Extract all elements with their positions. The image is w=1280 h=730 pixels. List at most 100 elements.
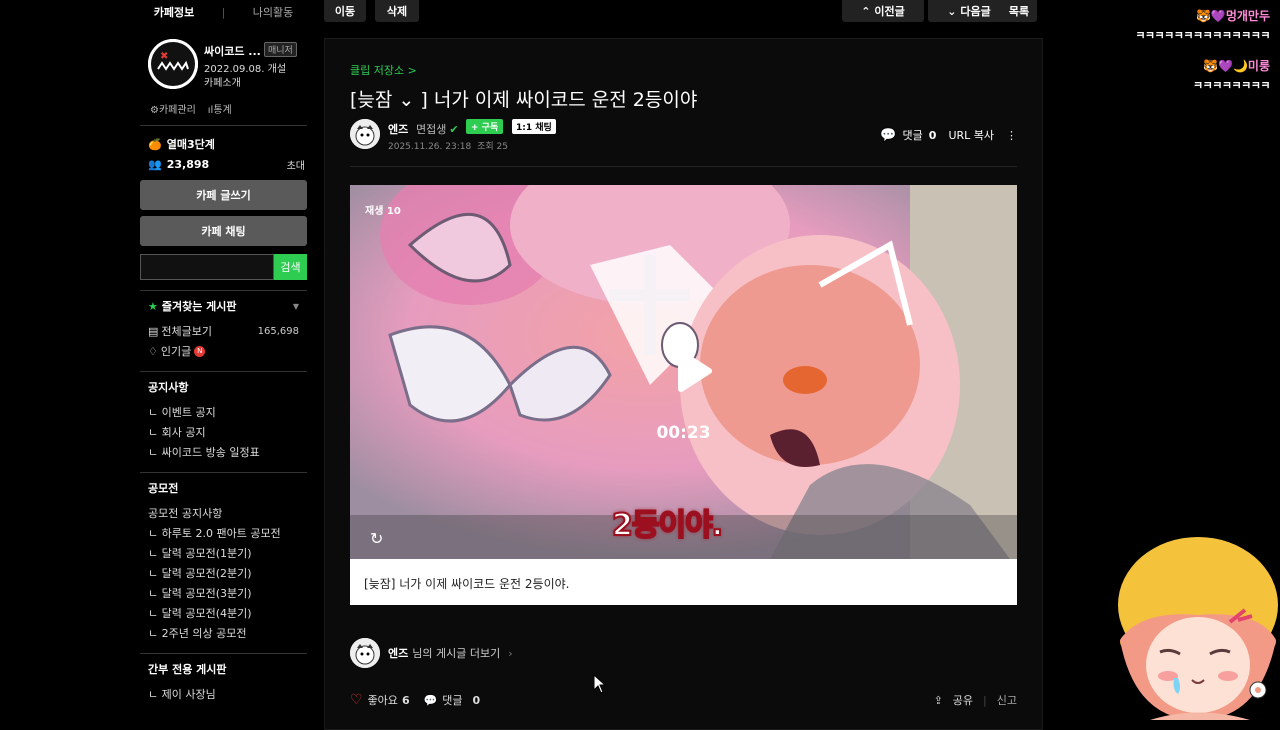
author-name[interactable]: 엔즈 [388, 121, 408, 137]
share-icon[interactable]: ⇪ [934, 694, 943, 707]
more-posts-label[interactable]: 님의 게시글 더보기 [412, 645, 500, 661]
video-caption-text: [늦잠] 너가 이제 싸이코드 운전 2등이야. [364, 577, 570, 591]
next-post-button[interactable]: ⌄ 다음글 [928, 0, 1010, 22]
video-subtitle: 2등이야. [611, 507, 724, 544]
heart-icon[interactable]: ♡ [350, 692, 363, 708]
member-count[interactable]: 23,898 [167, 158, 209, 171]
cafe-manage-link[interactable]: ⚙카페관리 [150, 101, 196, 116]
cafe-tools: ⚙카페관리 ıl통계 [140, 99, 307, 117]
menu-contest-item[interactable]: ㄴ 달력 공모전(2분기) [140, 563, 307, 583]
menu-label: ㄴ 제이 사장님 [148, 688, 216, 701]
chat-user-name: 🐯💜멍개만두 [1120, 7, 1270, 24]
caret-down-icon[interactable]: ▼ [293, 302, 299, 311]
footer-actions: ⇪ 공유 | 신고 [934, 692, 1017, 708]
favorites-title[interactable]: ★ 즐겨찾는 게시판 ▼ [140, 290, 307, 321]
cafe-created-date: 2022.09.08. 개설 [204, 64, 287, 75]
star-icon: ★ [148, 299, 158, 313]
comments-label[interactable]: 댓글 [903, 127, 923, 143]
menu-notice-item[interactable]: ㄴ 이벤트 공지 [140, 402, 307, 422]
url-copy-button[interactable]: URL 복사 [948, 127, 994, 143]
cafe-profile: ✖ 싸이코드 ... 매니저 2022.09.08. 개설 카페소개 [140, 39, 307, 99]
cafe-logo[interactable]: ✖ [148, 39, 198, 89]
comments-label[interactable]: 댓글 [442, 692, 462, 708]
board-breadcrumb[interactable]: 클립 저장소 > [350, 62, 417, 78]
staff-title[interactable]: 간부 전용 게시판 [140, 653, 307, 684]
share-button[interactable]: 공유 [953, 692, 973, 708]
menu-contest-item[interactable]: ㄴ 달력 공모전(3분기) [140, 583, 307, 603]
contest-title[interactable]: 공모전 [140, 472, 307, 503]
menu-staff-item[interactable]: ㄴ 제이 사장님 [140, 684, 307, 704]
prev-post-button[interactable]: ⌃ 이전글 [842, 0, 924, 22]
sidebar-tabs: 카페정보 | 나의활동 [140, 0, 307, 24]
tab-my-activity[interactable]: 나의활동 [253, 4, 293, 20]
menu-notice-item[interactable]: ㄴ 싸이코드 방송 일정표 [140, 442, 307, 462]
likes-label[interactable]: 좋아요 [368, 692, 398, 708]
post-meta: 2025.11.26. 23:18 조회 25 [388, 139, 508, 152]
menu-popular[interactable]: ♢ 인기글 N [140, 341, 307, 361]
menu-notice-item[interactable]: ㄴ 회사 공지 [140, 422, 307, 442]
tab-cafe-info[interactable]: 카페정보 [154, 4, 194, 20]
video-player[interactable]: 재생 10 00:23 2등이야. ↻ [350, 185, 1017, 559]
more-options-icon[interactable]: ⋮ [1006, 129, 1017, 142]
article-toolbar: 이동 삭제 ⌃ 이전글 ⌄ 다음글 목록 [324, 0, 1041, 22]
menu-contest-item[interactable]: ㄴ 달력 공모전(1분기) [140, 543, 307, 563]
cafe-level-row: 🍊 열매3단계 [140, 134, 307, 154]
menu-label: ㄴ 이벤트 공지 [148, 406, 216, 419]
cafe-stats-link[interactable]: ıl통계 [208, 101, 232, 116]
invite-link[interactable]: 초대 [287, 157, 305, 172]
post-title-tag: [늦잠 ⌄ ] [350, 89, 428, 111]
more-posts-author[interactable]: 엔즈 [388, 645, 408, 661]
author-avatar[interactable] [350, 119, 380, 149]
all-posts-label: 전체글보기 [161, 325, 213, 338]
prev-post-label: 이전글 [874, 5, 905, 18]
menu-contest-item[interactable]: ㄴ 달력 공모전(4분기) [140, 603, 307, 623]
comments-count: 0 [928, 128, 937, 142]
comment-icon[interactable]: 💬 [880, 128, 896, 143]
menu-contest-item[interactable]: 공모전 공지사항 [140, 503, 307, 523]
menu-label: ㄴ 달력 공모전(3분기) [148, 587, 252, 600]
report-button[interactable]: 신고 [997, 692, 1017, 708]
notice-title[interactable]: 공지사항 [140, 371, 307, 402]
cafe-name[interactable]: 싸이코드 ... [204, 43, 261, 59]
subscribe-button[interactable]: + 구독 [466, 119, 504, 134]
chat-user-label: 미룽 [1247, 59, 1270, 73]
move-button[interactable]: 이동 [324, 0, 366, 22]
menu-label: ㄴ 하루토 2.0 팬아트 공모전 [148, 527, 281, 540]
gear-icon: ⚙ [150, 104, 159, 116]
next-post-label: 다음글 [960, 5, 991, 18]
menu-label: ㄴ 싸이코드 방송 일정표 [148, 446, 260, 459]
author-grade-label: 면접생 [416, 123, 447, 136]
badge-icon: 🐯💜 [1195, 9, 1226, 23]
badge-icon: 🐯💜🌙 [1203, 59, 1248, 73]
list-button[interactable]: 목록 [1001, 0, 1037, 22]
search-button[interactable]: 검색 [274, 254, 307, 280]
menu-contest-item[interactable]: ㄴ 2주년 의상 공모전 [140, 623, 307, 643]
post-footer: ♡ 좋아요 6 💬 댓글 0 ⇪ 공유 | 신고 [350, 690, 1017, 710]
delete-button[interactable]: 삭제 [375, 0, 419, 22]
fire-icon: ♢ [148, 344, 158, 358]
cafe-intro-link[interactable]: 카페소개 [204, 74, 241, 89]
menu-all-posts[interactable]: ▤ 전체글보기 165,698 [140, 321, 307, 341]
chat-gap [1120, 43, 1270, 57]
tab-separator: | [221, 5, 226, 19]
author-more-posts[interactable]: 엔즈 님의 게시글 더보기 › [350, 638, 513, 668]
menu-label: ㄴ 달력 공모전(1분기) [148, 547, 252, 560]
one-to-one-chat-button[interactable]: 1:1 채팅 [512, 119, 556, 134]
play-icon[interactable] [659, 341, 719, 401]
menu-label: ㄴ 회사 공지 [148, 426, 206, 439]
comment-icon[interactable]: 💬 [424, 694, 438, 707]
new-badge: N [194, 345, 206, 357]
author-avatar[interactable] [350, 638, 380, 668]
members-icon: 👥 [148, 157, 162, 171]
replay-icon[interactable]: ↻ [370, 529, 383, 548]
cafe-manage-label: 카페관리 [158, 104, 196, 116]
post-title-text: 너가 이제 싸이코드 운전 2등이야 [433, 89, 698, 111]
separator: | [983, 693, 987, 707]
write-post-button[interactable]: 카페 글쓰기 [140, 180, 307, 210]
video-play-count: 재생 10 [365, 206, 401, 217]
contest-menu: 공모전 공지사항 ㄴ 하루토 2.0 팬아트 공모전 ㄴ 달력 공모전(1분기)… [140, 503, 307, 643]
favorites-title-label: 즐겨찾는 게시판 [161, 300, 237, 313]
cafe-chat-button[interactable]: 카페 채팅 [140, 216, 307, 246]
menu-contest-item[interactable]: ㄴ 하루토 2.0 팬아트 공모전 [140, 523, 307, 543]
search-input[interactable] [140, 254, 274, 280]
